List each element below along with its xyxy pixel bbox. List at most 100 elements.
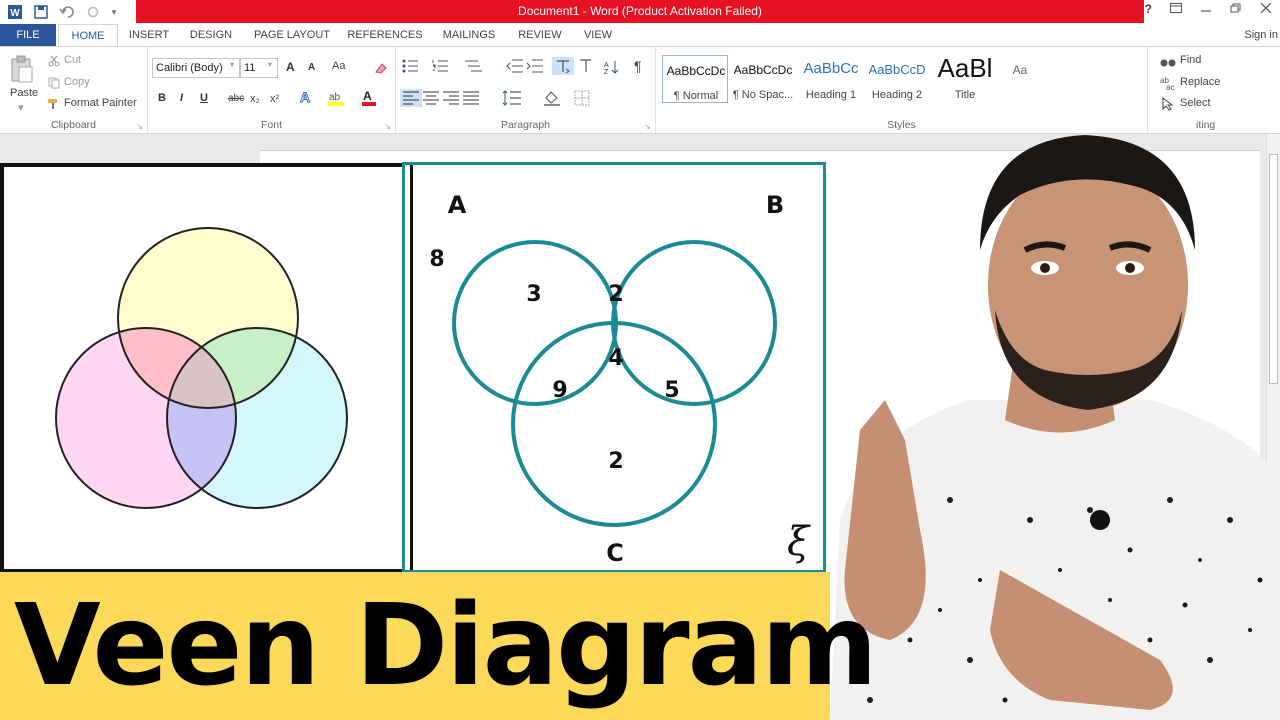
rtl-direction-icon[interactable]: [576, 59, 594, 78]
grow-font-button[interactable]: A: [286, 60, 295, 74]
redo-icon[interactable]: [84, 3, 102, 21]
text-effects-icon[interactable]: A: [298, 89, 320, 110]
restore-icon[interactable]: [1230, 2, 1242, 16]
find-icon[interactable]: [1160, 55, 1176, 73]
ltr-direction-icon[interactable]: [552, 57, 574, 75]
help-button[interactable]: ?: [1145, 2, 1152, 16]
change-case-button[interactable]: Aa: [332, 60, 345, 72]
replace-button[interactable]: Replace: [1180, 76, 1220, 88]
paste-button[interactable]: Paste: [10, 87, 38, 99]
only-a-value: 3: [526, 282, 541, 307]
paste-dropdown-icon[interactable]: ▾: [18, 101, 24, 114]
copy-icon[interactable]: [48, 76, 60, 94]
tab-mailings[interactable]: MAILINGS: [436, 24, 502, 46]
line-spacing-icon[interactable]: [502, 90, 522, 111]
sign-in-link[interactable]: Sign in: [1244, 24, 1278, 46]
strikethrough-button[interactable]: abc: [228, 93, 244, 104]
style-no-spacing[interactable]: AaBbCcDc ¶ No Spac...: [730, 55, 796, 103]
font-launcher-icon[interactable]: ↘: [384, 122, 391, 131]
minimize-icon[interactable]: [1200, 2, 1212, 16]
labeled-venn-diagram: A B C 8 3 2 4 9 5 2 ξ: [429, 191, 811, 567]
format-painter-icon[interactable]: [47, 97, 61, 115]
borders-icon[interactable]: [574, 90, 590, 111]
tab-home[interactable]: HOME: [58, 24, 118, 46]
word-app-icon: W: [6, 3, 24, 21]
align-left-icon[interactable]: [400, 89, 422, 107]
highlight-color-icon[interactable]: ab: [326, 89, 348, 112]
replace-icon[interactable]: ab ac: [1160, 76, 1176, 95]
set-b-circle: [611, 240, 777, 406]
svg-text:W: W: [10, 8, 20, 19]
paste-icon[interactable]: [10, 55, 34, 88]
set-b-label: B: [766, 191, 784, 219]
clear-formatting-icon[interactable]: [374, 61, 388, 79]
shrink-font-button[interactable]: A: [308, 62, 315, 73]
style-subtitle[interactable]: Aa: [1000, 55, 1040, 103]
style-preview: AaBl: [937, 53, 993, 83]
quick-access-toolbar: W ▾: [6, 2, 118, 22]
only-c-value: 2: [608, 449, 623, 474]
lapel-mic: [1090, 510, 1110, 530]
decrease-indent-icon[interactable]: [506, 59, 524, 78]
numbering-icon[interactable]: [432, 59, 452, 78]
svg-text:Z: Z: [604, 69, 609, 75]
italic-button[interactable]: I: [180, 92, 183, 104]
cut-icon[interactable]: [48, 54, 60, 72]
close-icon[interactable]: [1260, 2, 1272, 16]
font-color-icon[interactable]: A: [360, 89, 382, 112]
clipboard-group: Paste ▾ Cut Copy Format Painter Clipboar…: [0, 47, 148, 133]
clipboard-label: Clipboard: [51, 119, 96, 131]
multilevel-list-icon[interactable]: [464, 59, 484, 78]
a-and-b-value: 2: [608, 282, 623, 307]
subscript-button[interactable]: x₂: [250, 93, 260, 105]
font-family-select[interactable]: Calibri (Body): [152, 58, 240, 78]
plain-venn-diagram: [55, 227, 348, 509]
font-family-dropdown-icon[interactable]: ▾: [230, 60, 234, 69]
font-size-select[interactable]: 11: [240, 58, 278, 78]
show-marks-button[interactable]: ¶: [634, 58, 642, 74]
tab-review[interactable]: REVIEW: [514, 24, 566, 46]
tab-file[interactable]: FILE: [0, 24, 56, 46]
copy-button[interactable]: Copy: [64, 76, 90, 88]
find-button[interactable]: Find: [1180, 54, 1201, 66]
b-and-c-value: 5: [664, 378, 679, 403]
style-normal[interactable]: AaBbCcDc ¶ Normal: [662, 55, 728, 103]
banner-title: Veen Diagram: [14, 581, 878, 711]
style-preview: AaBbCc: [803, 60, 859, 77]
tab-view[interactable]: VIEW: [576, 24, 620, 46]
justify-icon[interactable]: [462, 91, 480, 110]
left-venn-panel: [0, 163, 406, 573]
presenter-photo: [830, 100, 1280, 720]
svg-text:A: A: [363, 89, 372, 103]
style-preview: AaBbCcDc: [666, 64, 726, 78]
align-center-icon[interactable]: [422, 91, 440, 110]
customize-qat-icon[interactable]: ▾: [110, 3, 118, 21]
tab-insert[interactable]: INSERT: [124, 24, 174, 46]
cut-button[interactable]: Cut: [64, 54, 81, 66]
format-painter-button[interactable]: Format Painter: [64, 97, 137, 109]
ribbon-display-icon[interactable]: [1170, 2, 1182, 16]
style-heading-1[interactable]: AaBbCc Heading 1: [798, 55, 864, 103]
increase-indent-icon[interactable]: [526, 59, 544, 78]
style-heading-2[interactable]: AaBbCcD Heading 2: [864, 55, 930, 103]
svg-text:ac: ac: [1166, 83, 1174, 90]
all-three-value: 4: [608, 346, 623, 371]
bullets-icon[interactable]: [402, 59, 422, 78]
tab-page-layout[interactable]: PAGE LAYOUT: [248, 24, 336, 46]
tab-references[interactable]: REFERENCES: [346, 24, 424, 46]
a-and-c-value: 9: [552, 378, 567, 403]
save-icon[interactable]: [32, 3, 50, 21]
font-size-dropdown-icon[interactable]: ▾: [268, 60, 272, 69]
underline-button[interactable]: U: [200, 92, 208, 104]
style-title[interactable]: AaBl Title: [932, 53, 998, 103]
undo-icon[interactable]: [58, 3, 76, 21]
shading-icon[interactable]: [542, 89, 562, 112]
sort-icon[interactable]: AZ: [604, 59, 620, 80]
clipboard-launcher-icon[interactable]: ↘: [136, 122, 143, 131]
align-right-icon[interactable]: [442, 91, 460, 110]
svg-text:A: A: [604, 62, 609, 69]
bold-button[interactable]: B: [158, 92, 166, 104]
tab-design[interactable]: DESIGN: [184, 24, 238, 46]
superscript-button[interactable]: x²: [270, 93, 279, 105]
paragraph-launcher-icon[interactable]: ↘: [644, 122, 651, 131]
